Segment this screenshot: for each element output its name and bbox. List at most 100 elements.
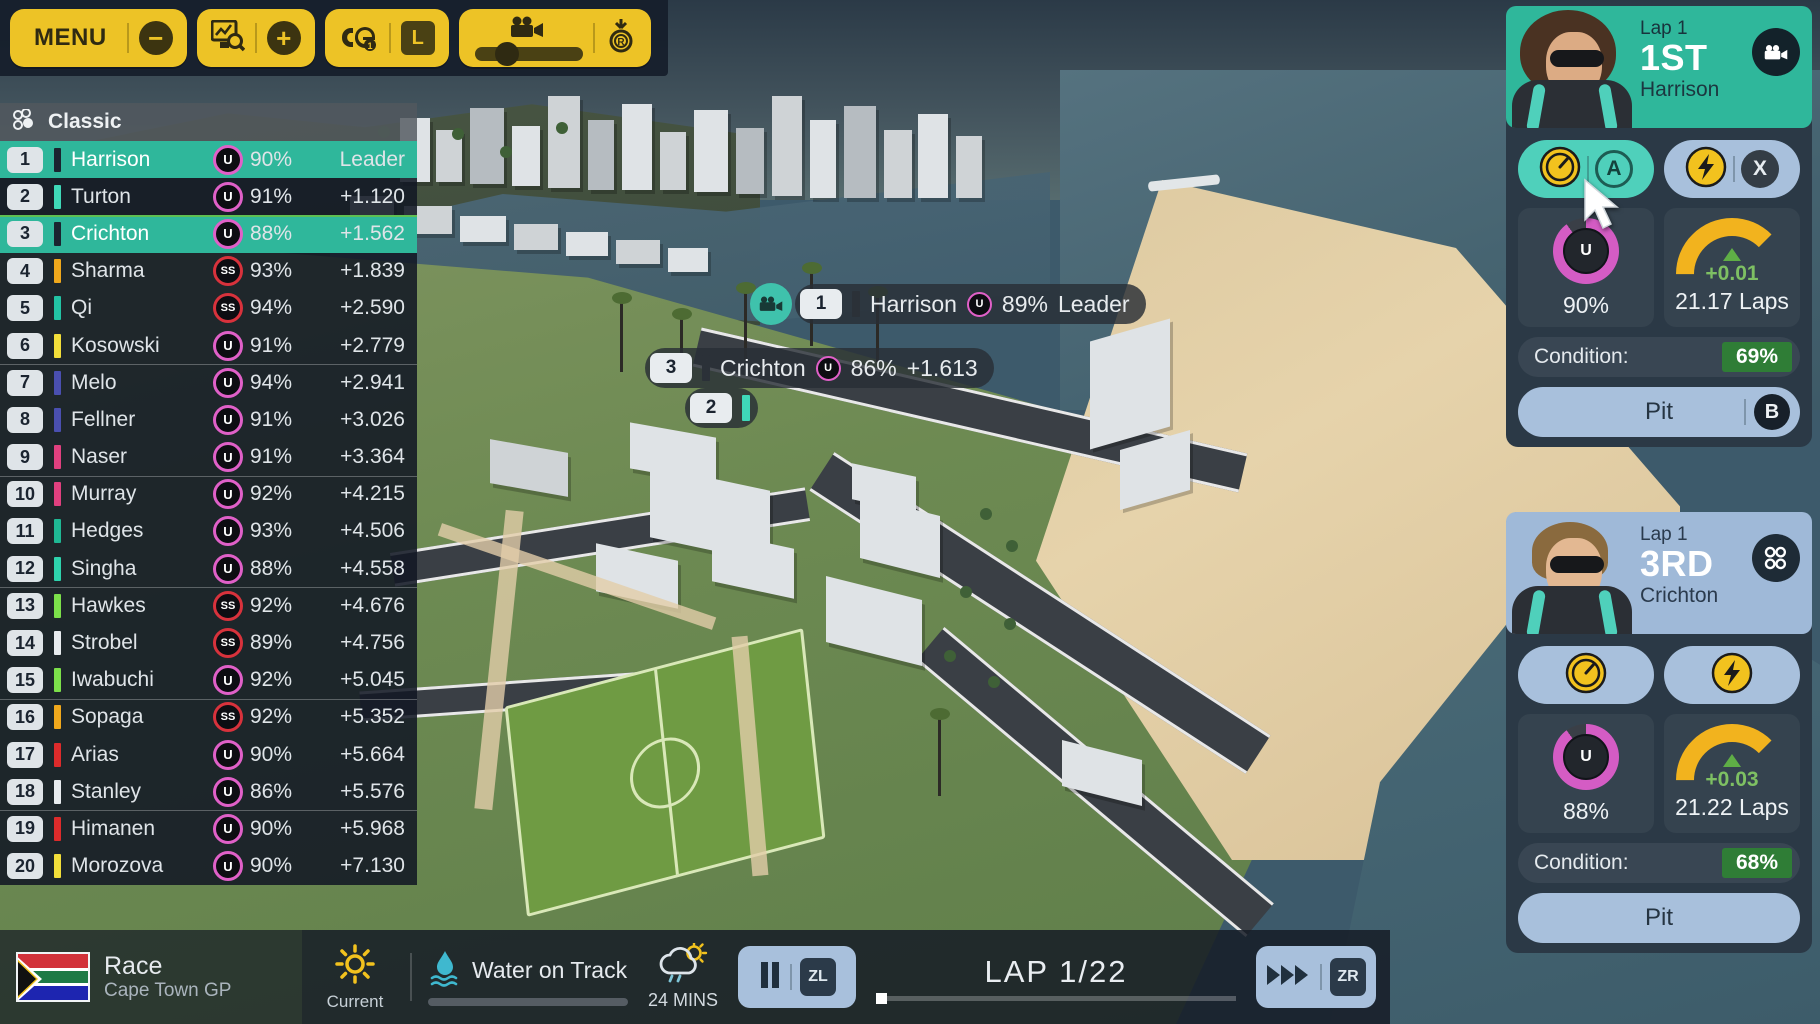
standings-tyre-wear: 92%	[250, 482, 293, 506]
driver-name: Crichton	[1640, 583, 1719, 607]
table-row[interactable]: 16 Sopaga SS 92% +5.352	[0, 698, 417, 736]
standings-gap: +4.215	[340, 482, 405, 506]
rain-cloud-icon	[656, 941, 710, 988]
standings-position: 3	[7, 220, 43, 247]
world-label-turton[interactable]: 2	[685, 388, 758, 428]
table-row[interactable]: 3 Crichton U 88% +1.562	[0, 215, 417, 253]
standings-position: 11	[7, 518, 43, 545]
race-hud-screen: MENU − + 1 L R Classic 1 Harrison U 90% …	[0, 0, 1820, 1024]
table-row[interactable]: 6 Kosowski U 91% +2.779	[0, 326, 417, 365]
standings-position: 16	[7, 704, 43, 731]
standings-driver-name: Hawkes	[71, 593, 146, 617]
lap-text: LAP 1/22	[984, 953, 1128, 989]
pit-button[interactable]: Pit B	[1518, 387, 1800, 437]
standings-driver-name: Singha	[71, 556, 137, 580]
table-row[interactable]: 11 Hedges U 93% +4.506	[0, 512, 417, 551]
pause-button[interactable]: ZL	[738, 946, 856, 1008]
speedometer-icon	[1565, 652, 1607, 699]
standings-tyre-wear: 88%	[250, 221, 293, 245]
table-row[interactable]: 13 Hawkes SS 92% +4.676	[0, 587, 417, 625]
fuel-gauge: +0.01 21.17 Laps	[1664, 208, 1800, 327]
helmets-button[interactable]: 1	[331, 9, 387, 67]
current-weather-caption: Current	[326, 991, 384, 1011]
team-color-bar	[54, 259, 61, 284]
driver-card-crichton[interactable]: Lap 1 3RD Crichton U 88% +0.03 21.22 Lap…	[1506, 512, 1812, 953]
standings-tyre-wear: 90%	[250, 816, 293, 840]
condition-row: Condition: 68%	[1518, 843, 1800, 883]
standings-tyre-wear: 90%	[250, 742, 293, 766]
condition-label: Condition:	[1534, 851, 1629, 874]
replay-button[interactable]: R	[597, 9, 645, 67]
boost-button[interactable]	[1664, 646, 1800, 704]
standings-list[interactable]: 1 Harrison U 90% Leader 2 Turton U 91% +1.120 3 Cri…	[0, 141, 417, 885]
world-label-harrison[interactable]: 1 Harrison U 89% Leader	[795, 284, 1146, 324]
standings-driver-name: Kosowski	[71, 333, 160, 357]
tyre-compound-icon: U	[213, 479, 243, 510]
camera-zoom-slider[interactable]	[474, 41, 583, 66]
world-label-crichton[interactable]: 3 Crichton U 86% +1.613	[645, 348, 994, 388]
standings-gap: +7.130	[340, 854, 405, 878]
menu-button[interactable]: MENU	[16, 9, 125, 67]
table-row[interactable]: 9 Naser U 91% +3.364	[0, 438, 417, 476]
lightning-icon	[1711, 652, 1753, 699]
fast-forward-button[interactable]: ZR	[1256, 946, 1376, 1008]
table-row[interactable]: 8 Fellner U 91% +3.026	[0, 401, 417, 439]
tyre-cluster-icon[interactable]	[1752, 534, 1800, 582]
camera-button[interactable]	[465, 9, 591, 67]
standings-tyre-wear: 93%	[250, 519, 293, 543]
table-row[interactable]: 4 Sharma SS 93% +1.839	[0, 252, 417, 290]
tyre-compound-icon: SS	[213, 293, 243, 324]
tyre-compound-icon: SS	[213, 702, 243, 733]
standings-driver-name: Qi	[71, 296, 92, 320]
standings-position: 4	[7, 258, 43, 285]
water-on-track-label: Water on Track	[472, 956, 628, 983]
table-row[interactable]: 7 Melo U 94% +2.941	[0, 364, 417, 402]
svg-text:R: R	[617, 37, 625, 48]
driver-gauges: U 90% +0.01 21.17 Laps	[1506, 198, 1812, 327]
slider-handle[interactable]	[494, 41, 519, 66]
standings-driver-name: Sharma	[71, 259, 145, 283]
table-row[interactable]: 2 Turton U 91% +1.120	[0, 178, 417, 216]
camera-icon[interactable]	[1752, 28, 1800, 76]
standings-tyre-wear: 89%	[250, 631, 293, 655]
table-row[interactable]: 19 Himanen U 90% +5.968	[0, 810, 417, 848]
table-row[interactable]: 15 Iwabuchi U 92% +5.045	[0, 661, 417, 699]
expand-button[interactable]: +	[259, 9, 309, 67]
replay-icon: R	[605, 18, 637, 59]
speedometer-icon	[1539, 146, 1581, 193]
pit-button[interactable]: Pit	[1518, 893, 1800, 943]
table-row[interactable]: 1 Harrison U 90% Leader	[0, 141, 417, 179]
standings-panel[interactable]: Classic 1 Harrison U 90% Leader 2 Turton U 91% +1…	[0, 103, 417, 885]
table-row[interactable]: 14 Strobel SS 89% +4.756	[0, 624, 417, 662]
camera-focus-pip[interactable]	[750, 283, 792, 325]
top-toolbar: MENU − + 1 L R	[0, 0, 668, 76]
team-color-bar	[54, 184, 61, 209]
standings-driver-name: Harrison	[71, 147, 151, 171]
boost-button[interactable]: X	[1664, 140, 1800, 198]
table-row[interactable]: 12 Singha U 88% +4.558	[0, 550, 417, 588]
table-row[interactable]: 18 Stanley U 86% +5.576	[0, 773, 417, 811]
fuel-delta: +0.03	[1705, 768, 1759, 791]
divider	[790, 964, 792, 990]
world-label-team-color	[702, 355, 710, 381]
standings-driver-name: Crichton	[71, 221, 150, 245]
driver-card-harrison[interactable]: Lap 1 1ST Harrison A X U 90% +0.01 21.17…	[1506, 6, 1812, 447]
telemetry-button[interactable]	[203, 9, 253, 67]
tyre-compound-icon: U	[213, 330, 243, 361]
table-row[interactable]: 5 Qi SS 94% +2.590	[0, 289, 417, 327]
l-key-button[interactable]: L	[393, 9, 443, 67]
table-row[interactable]: 10 Murray U 92% +4.215	[0, 475, 417, 513]
condition-row: Condition: 69%	[1518, 337, 1800, 377]
table-row[interactable]: 20 Morozova U 90% +7.130	[0, 847, 417, 885]
collapse-button[interactable]: −	[131, 9, 181, 67]
standings-driver-name: Himanen	[71, 816, 156, 840]
lightning-icon	[1685, 146, 1727, 193]
fast-forward-key: ZR	[1330, 958, 1366, 996]
race-controls: Current Water on Track 24 MINS ZL LAP 1/…	[302, 930, 1390, 1024]
divider	[1320, 964, 1322, 990]
tyre-compound-icon: U	[213, 553, 243, 584]
team-color-bar	[54, 556, 61, 581]
tyre-cluster-icon	[12, 107, 36, 136]
table-row[interactable]: 17 Arias U 90% +5.664	[0, 736, 417, 774]
pace-button[interactable]	[1518, 646, 1654, 704]
